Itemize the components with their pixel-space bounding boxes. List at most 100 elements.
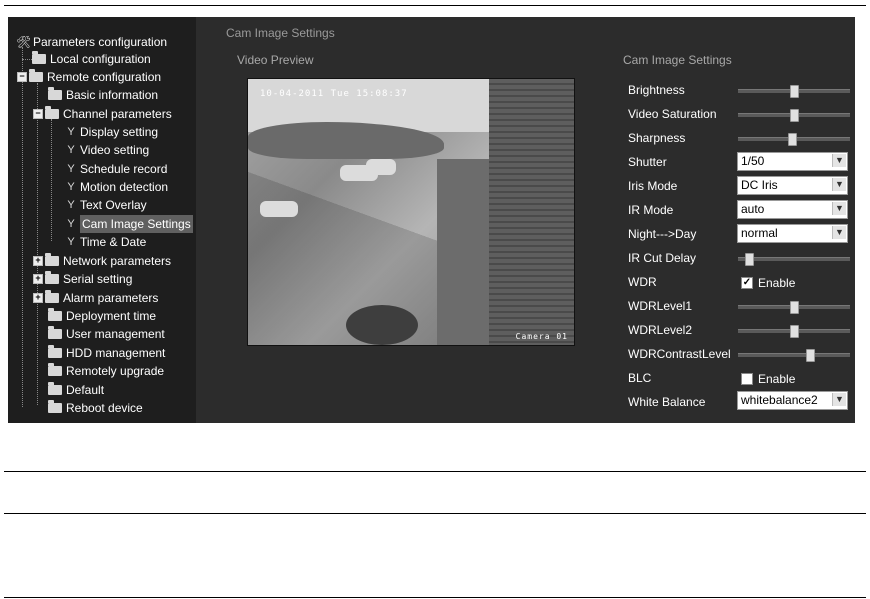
tree-label: Basic information — [66, 87, 159, 102]
preview-hedge — [345, 305, 418, 345]
video-preview-title: Video Preview — [237, 53, 314, 67]
expand-icon[interactable]: + — [33, 255, 43, 266]
expand-icon[interactable]: + — [33, 273, 43, 284]
tree-item-remotely-upgrade[interactable]: Remotely upgrade — [48, 361, 164, 379]
slider-thumb[interactable] — [790, 325, 799, 338]
tree-item-reboot-device[interactable]: Reboot device — [48, 398, 143, 416]
slider-thumb[interactable] — [745, 253, 755, 266]
brightness-slider[interactable] — [738, 85, 850, 98]
tree-item-network-parameters[interactable]: + Network parameters — [33, 251, 171, 269]
chevron-down-icon[interactable]: ▼ — [832, 178, 846, 191]
config-tree: 🛠 Parameters configuration Local configur… — [8, 17, 196, 423]
tree-line — [51, 119, 52, 241]
folder-icon — [29, 68, 43, 82]
tree-label: HDD management — [66, 345, 166, 360]
tree-item-display-setting[interactable]: Y Display setting — [66, 122, 158, 140]
iris-mode-select[interactable]: DC Iris ▼ — [737, 176, 848, 195]
expand-icon[interactable]: + — [33, 292, 43, 303]
wdr-contrast-slider[interactable] — [738, 349, 850, 362]
preview-car — [366, 159, 396, 175]
preview-building — [489, 79, 574, 345]
brightness-label: Brightness — [628, 83, 685, 97]
ir-cut-delay-label: IR Cut Delay — [628, 251, 697, 265]
wdr-level1-slider[interactable] — [738, 301, 850, 314]
tree-item-local-configuration[interactable]: Local configuration — [32, 49, 151, 67]
tree-item-cam-image-settings[interactable]: Y Cam Image Settings — [66, 214, 193, 233]
preview-car — [260, 201, 298, 217]
tree-label: Alarm parameters — [63, 290, 159, 305]
tree-item-hdd-management[interactable]: HDD management — [48, 343, 165, 361]
folder-icon — [48, 362, 62, 376]
tools-icon: 🛠 — [16, 34, 32, 49]
slider-thumb[interactable] — [790, 85, 799, 98]
tree-item-parameters-configuration[interactable]: 🛠 Parameters configuration — [16, 32, 167, 50]
tree-item-text-overlay[interactable]: Y Text Overlay — [66, 195, 147, 213]
select-value: whitebalance2 — [741, 393, 818, 407]
wdr-checkbox[interactable]: ✓ — [741, 277, 753, 289]
wdr-level2-slider[interactable] — [738, 325, 850, 338]
slider-thumb[interactable] — [790, 301, 799, 314]
tree-item-remote-configuration[interactable]: − Remote configuration — [17, 67, 161, 85]
folder-icon — [48, 344, 62, 358]
white-balance-select[interactable]: whitebalance2 ▼ — [737, 391, 848, 410]
night-day-select[interactable]: normal ▼ — [737, 224, 848, 243]
wdr-level1-label: WDRLevel1 — [628, 299, 693, 313]
folder-icon — [45, 270, 59, 284]
tree-label: Default — [66, 382, 105, 397]
sharpness-label: Sharpness — [628, 131, 686, 145]
tree-label: Video setting — [80, 142, 150, 157]
preview-wall — [437, 158, 490, 345]
wdr-label: WDR — [628, 275, 657, 289]
shutter-select[interactable]: 1/50 ▼ — [737, 152, 848, 171]
ir-mode-select[interactable]: auto ▼ — [737, 200, 848, 219]
tree-label: Motion detection — [80, 179, 169, 194]
preview-camera-label: Camera 01 — [515, 332, 568, 341]
chevron-down-icon[interactable]: ▼ — [832, 226, 846, 239]
top-rule — [4, 5, 866, 6]
folder-icon — [48, 325, 62, 339]
chevron-down-icon[interactable]: ▼ — [832, 202, 846, 215]
tree-item-motion-detection[interactable]: Y Motion detection — [66, 177, 168, 195]
slider-thumb[interactable] — [805, 349, 815, 362]
tree-item-time-date[interactable]: Y Time & Date — [66, 232, 146, 250]
folder-icon — [45, 289, 59, 303]
tool-icon: Y — [67, 180, 75, 193]
tree-item-video-setting[interactable]: Y Video setting — [66, 140, 149, 158]
rule-3 — [4, 597, 866, 598]
white-balance-label: White Balance — [628, 395, 706, 409]
blc-label: BLC — [628, 371, 652, 385]
blc-checkbox[interactable] — [741, 373, 753, 385]
collapse-icon[interactable]: − — [17, 71, 27, 82]
tool-icon: Y — [67, 217, 75, 230]
tree-item-channel-parameters[interactable]: − Channel parameters — [33, 104, 172, 122]
tree-item-default[interactable]: Default — [48, 380, 104, 398]
collapse-icon[interactable]: − — [33, 108, 43, 119]
tree-label: Channel parameters — [63, 106, 172, 121]
preview-timestamp: 10-04-2011 Tue 15:08:37 — [260, 89, 408, 99]
tree-item-user-management[interactable]: User management — [48, 324, 165, 342]
rule-1 — [4, 471, 866, 472]
tree-item-serial-setting[interactable]: + Serial setting — [33, 269, 132, 287]
video-saturation-label: Video Saturation — [628, 107, 717, 121]
tree-item-basic-information[interactable]: Basic information — [48, 85, 158, 103]
tree-label: Local configuration — [50, 51, 151, 66]
tree-line — [22, 47, 23, 407]
tree-label: Schedule record — [80, 161, 168, 176]
tree-item-schedule-record[interactable]: Y Schedule record — [66, 159, 167, 177]
tree-label: User management — [66, 326, 165, 341]
slider-thumb[interactable] — [790, 109, 799, 122]
rule-2 — [4, 513, 866, 514]
blc-enable-label: Enable — [758, 372, 796, 386]
tree-item-alarm-parameters[interactable]: + Alarm parameters — [33, 288, 158, 306]
sharpness-slider[interactable] — [738, 133, 850, 146]
tree-label: Text Overlay — [80, 197, 147, 212]
chevron-down-icon[interactable]: ▼ — [832, 154, 846, 167]
chevron-down-icon[interactable]: ▼ — [832, 393, 846, 406]
video-saturation-slider[interactable] — [738, 109, 850, 122]
slider-thumb[interactable] — [787, 133, 797, 146]
tree-label: Serial setting — [63, 271, 133, 286]
tree-label: Reboot device — [66, 400, 143, 415]
ir-cut-delay-slider[interactable] — [738, 253, 850, 266]
tree-item-deployment-time[interactable]: Deployment time — [48, 306, 156, 324]
video-preview[interactable]: 10-04-2011 Tue 15:08:37 Camera 01 — [247, 78, 575, 346]
